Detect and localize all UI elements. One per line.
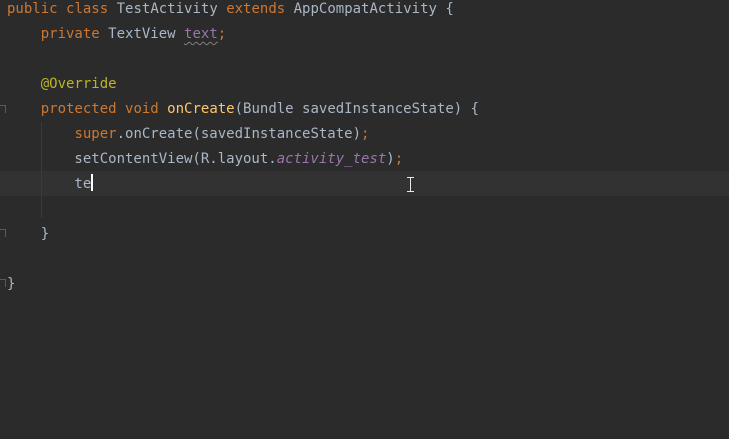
code-line[interactable]: private TextView text; (7, 22, 226, 47)
code-line[interactable]: te (7, 172, 94, 197)
code-token: @Override (40, 76, 117, 92)
code-token: ) (386, 151, 395, 167)
text-caret (91, 174, 94, 191)
caret-line-highlight (0, 171, 729, 196)
code-token: onCreate (167, 101, 235, 117)
code-token: TextView (99, 26, 185, 42)
code-token: setContentView(R.layout. (7, 151, 277, 167)
code-line[interactable]: protected void onCreate(Bundle savedInst… (7, 97, 479, 122)
code-line[interactable]: @Override (7, 72, 117, 97)
code-token: super (74, 126, 117, 142)
code-token: ; (217, 26, 227, 42)
fold-marker-icon[interactable] (0, 279, 6, 287)
code-token: void (125, 101, 159, 117)
code-token: } (7, 226, 50, 242)
code-token: (Bundle savedInstanceState) { (234, 101, 480, 117)
code-token: te (7, 176, 92, 192)
code-token: AppCompatActivity { (285, 1, 454, 17)
code-token: .onCreate(savedInstanceState) (116, 126, 362, 142)
code-line[interactable]: } (7, 272, 15, 297)
code-token: class (66, 1, 109, 17)
code-token: public (7, 1, 58, 17)
code-token: ; (361, 126, 370, 142)
code-token: activity_test (276, 151, 387, 167)
code-line[interactable]: setContentView(R.layout.activity_test); (7, 147, 403, 172)
ibeam-cursor-icon (406, 177, 415, 192)
fold-marker-icon[interactable] (0, 105, 6, 113)
code-token: ; (394, 151, 404, 167)
code-editor[interactable]: public class TestActivity extends AppCom… (0, 0, 729, 439)
code-token: } (7, 276, 16, 292)
code-token: private (40, 26, 100, 42)
code-token: text (184, 26, 218, 42)
code-token: extends (226, 1, 286, 17)
fold-marker-icon[interactable] (0, 229, 6, 237)
code-line[interactable]: super.onCreate(savedInstanceState); (7, 122, 369, 147)
code-token: protected (40, 101, 117, 117)
code-line[interactable]: } (7, 222, 49, 247)
code-line[interactable]: public class TestActivity extends AppCom… (7, 0, 454, 22)
code-token: TestActivity (108, 1, 227, 17)
